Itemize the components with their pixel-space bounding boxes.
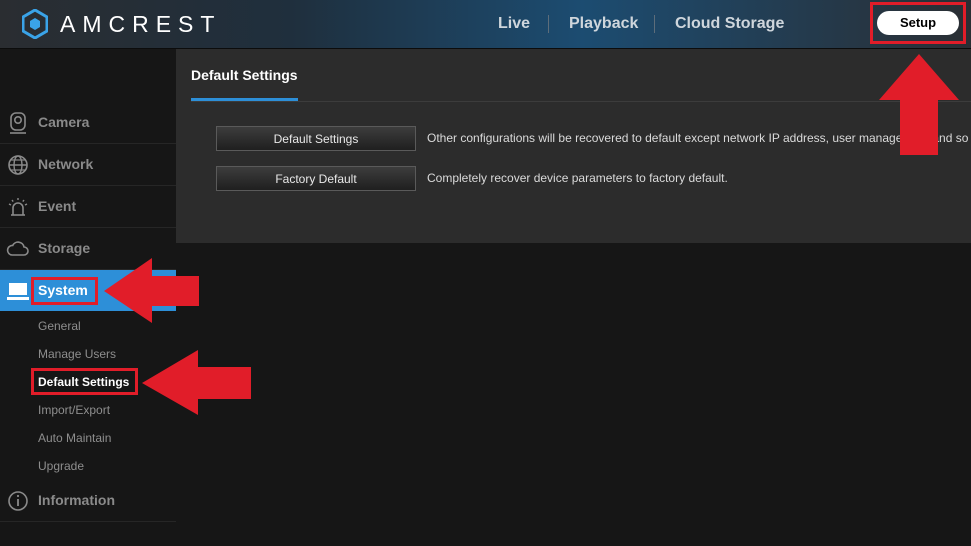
arrow-left-icon xyxy=(104,258,199,323)
sidebar-item-label: Network xyxy=(38,156,94,172)
factory-default-description: Completely recover device parameters to … xyxy=(427,171,728,185)
nav-cloud-storage[interactable]: Cloud Storage xyxy=(675,0,784,48)
nav-playback[interactable]: Playback xyxy=(569,0,638,48)
subnav-import-export[interactable]: Import/Export xyxy=(38,403,110,417)
sidebar-item-camera[interactable]: Camera xyxy=(0,102,176,144)
subnav-upgrade[interactable]: Upgrade xyxy=(38,459,84,473)
sidebar-item-label: Event xyxy=(38,198,77,214)
default-settings-button[interactable]: Default Settings xyxy=(216,126,416,151)
page-title[interactable]: Default Settings xyxy=(191,67,298,83)
subnav-manage-users[interactable]: Manage Users xyxy=(38,347,116,361)
system-highlight-box xyxy=(31,277,98,305)
sidebar-item-network[interactable]: Network xyxy=(0,144,176,186)
arrow-up-icon xyxy=(879,54,959,155)
factory-default-button[interactable]: Factory Default xyxy=(216,166,416,191)
monitor-icon xyxy=(7,283,29,300)
top-header: AMCREST Live Playback Cloud Storage Setu… xyxy=(0,0,971,49)
subnav-general[interactable]: General xyxy=(38,319,81,333)
sidebar-item-label: Information xyxy=(38,492,115,508)
nav-separator xyxy=(548,15,549,33)
nav-separator xyxy=(654,15,655,33)
subnav-auto-maintain[interactable]: Auto Maintain xyxy=(38,431,111,445)
sidebar-item-label: Storage xyxy=(38,240,91,256)
globe-icon xyxy=(8,155,28,175)
setup-highlight-box xyxy=(870,2,966,44)
tab-divider xyxy=(191,101,971,102)
cloud-icon xyxy=(6,241,29,256)
content-panel: Default Settings Default Settings Other … xyxy=(176,49,971,243)
sidebar-item-label: Camera xyxy=(38,114,90,130)
sidebar-item-information[interactable]: Information xyxy=(0,480,176,522)
alarm-icon xyxy=(8,198,28,216)
camera-icon xyxy=(10,112,26,134)
arrow-left-icon xyxy=(142,350,251,415)
amcrest-logo-icon xyxy=(22,9,48,39)
info-icon xyxy=(8,491,28,511)
sidebar-item-event[interactable]: Event xyxy=(0,186,176,228)
brand-logo: AMCREST xyxy=(22,9,221,39)
brand-name: AMCREST xyxy=(60,10,222,37)
default-settings-highlight-box xyxy=(31,368,138,395)
nav-live[interactable]: Live xyxy=(498,0,530,48)
